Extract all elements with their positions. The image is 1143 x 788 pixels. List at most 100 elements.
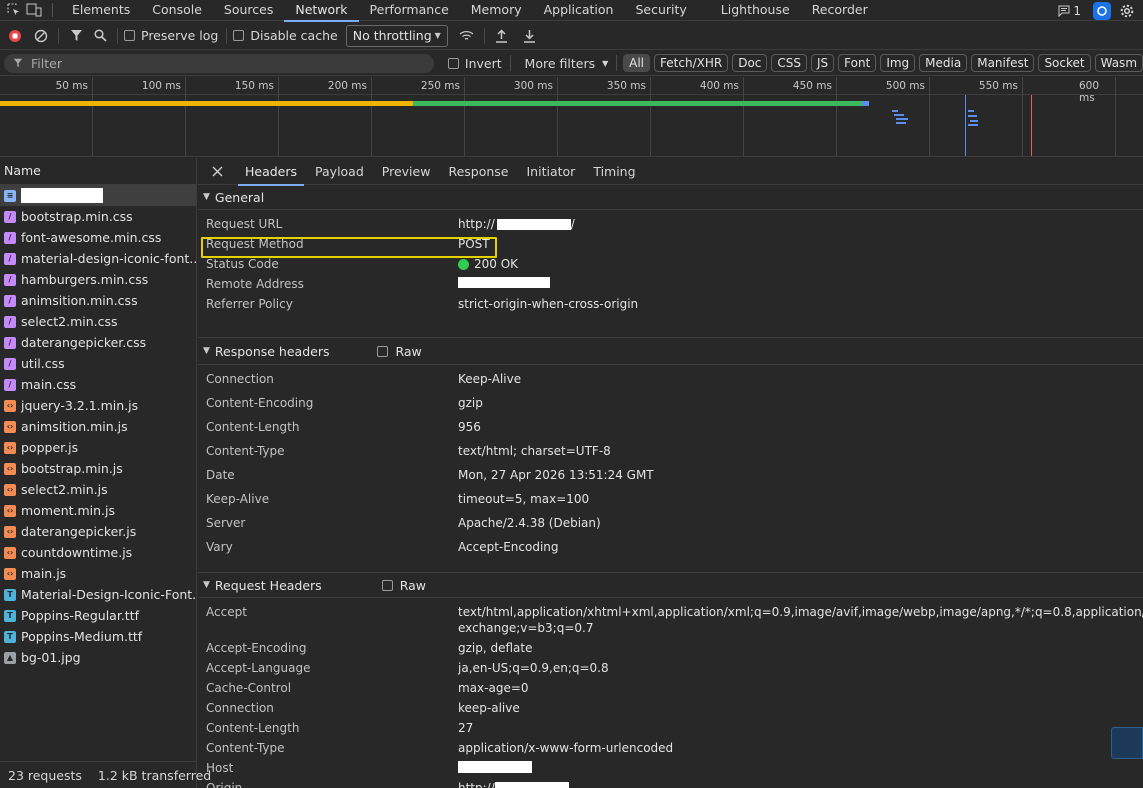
- type-filter-doc[interactable]: Doc: [732, 54, 768, 72]
- search-button[interactable]: [89, 25, 111, 47]
- details-tab-headers[interactable]: Headers: [236, 158, 306, 186]
- header-key: Server: [206, 516, 246, 530]
- type-filter-img[interactable]: Img: [880, 54, 916, 72]
- name-column-header[interactable]: Name: [0, 158, 196, 185]
- request-row[interactable]: ‹› countdowntime.js: [0, 542, 196, 563]
- timeline-tick-label: 400 ms: [699, 80, 739, 92]
- timeline-tick-label: 100 ms: [141, 80, 181, 92]
- general-section-header[interactable]: ▼ General: [198, 185, 1143, 210]
- export-har-button[interactable]: [519, 25, 541, 47]
- close-details-button[interactable]: [198, 158, 236, 185]
- type-filter-media[interactable]: Media: [919, 54, 968, 72]
- request-row[interactable]: ‹› daterangepicker.js: [0, 521, 196, 542]
- type-filter-socket[interactable]: Socket: [1038, 54, 1091, 72]
- invert-checkbox[interactable]: Invert: [447, 56, 502, 71]
- disable-cache-checkbox[interactable]: Disable cache: [233, 28, 338, 43]
- more-filters-dropdown[interactable]: More filters ▼: [525, 56, 609, 71]
- header-key: Host: [206, 761, 234, 775]
- request-row[interactable]: ‹› select2.min.js: [0, 479, 196, 500]
- request-row[interactable]: / hamburgers.min.css: [0, 269, 196, 290]
- request-row[interactable]: ‹› bootstrap.min.js: [0, 458, 196, 479]
- details-tab-payload[interactable]: Payload: [306, 158, 373, 185]
- tab-recorder[interactable]: Recorder: [801, 0, 879, 21]
- network-overview-timeline[interactable]: 50 ms 100 ms 150 ms 200 ms 250 ms 300 ms 350 m…: [0, 77, 1143, 157]
- response-headers-section: Connection Keep-Alive Content-Encoding gzip…: [198, 365, 1143, 573]
- request-raw-checkbox[interactable]: Raw: [381, 578, 426, 593]
- header-key: Accept-Language: [206, 661, 311, 675]
- details-tab-preview[interactable]: Preview: [373, 158, 440, 185]
- tab-security[interactable]: Security: [624, 0, 697, 21]
- issues-badge[interactable]: 1: [1058, 4, 1081, 18]
- type-filter-fetch-xhr[interactable]: Fetch/XHR: [654, 54, 729, 72]
- header-value: strict-origin-when-cross-origin: [458, 297, 639, 311]
- details-tab-initiator[interactable]: Initiator: [518, 158, 585, 185]
- request-row[interactable]: ≡: [0, 185, 196, 206]
- js-file-icon: ‹›: [4, 420, 16, 433]
- header-value: timeout=5, max=100: [458, 492, 590, 506]
- stop-recording-button[interactable]: [4, 25, 26, 47]
- tab-lighthouse[interactable]: Lighthouse: [710, 0, 801, 21]
- request-name: main.js: [21, 566, 67, 581]
- request-row[interactable]: / material-design-iconic-font.…: [0, 248, 196, 269]
- request-row[interactable]: ‹› main.js: [0, 563, 196, 584]
- tab-console[interactable]: Console: [141, 0, 213, 21]
- request-row[interactable]: ‹› jquery-3.2.1.min.js: [0, 395, 196, 416]
- dropdown-caret-icon: ▼: [602, 58, 609, 68]
- ai-assistant-icon[interactable]: [1093, 1, 1111, 20]
- device-toolbar-icon[interactable]: [24, 0, 44, 20]
- tab-network[interactable]: Network: [284, 0, 359, 22]
- tab-elements[interactable]: Elements: [61, 0, 141, 21]
- request-row[interactable]: T Poppins-Medium.ttf: [0, 626, 196, 647]
- preserve-log-checkbox[interactable]: Preserve log: [124, 28, 218, 43]
- doc-file-icon: ≡: [4, 189, 16, 202]
- request-row[interactable]: ‹› popper.js: [0, 437, 196, 458]
- request-row[interactable]: / select2.min.css: [0, 311, 196, 332]
- request-row[interactable]: / util.css: [0, 353, 196, 374]
- request-name: animsition.min.js: [21, 419, 128, 434]
- type-filter-css[interactable]: CSS: [771, 54, 808, 72]
- filter-toggle-button[interactable]: [65, 25, 87, 47]
- inspect-element-icon[interactable]: [4, 0, 24, 20]
- request-name: bootstrap.min.css: [21, 209, 133, 224]
- import-har-button[interactable]: [491, 25, 513, 47]
- request-row[interactable]: / bootstrap.min.css: [0, 206, 196, 227]
- request-row[interactable]: / daterangepicker.css: [0, 332, 196, 353]
- request-row[interactable]: T Material-Design-Iconic-Font.…: [0, 584, 196, 605]
- type-filter-manifest[interactable]: Manifest: [971, 54, 1035, 72]
- filter-input[interactable]: Filter: [4, 53, 434, 73]
- request-row[interactable]: ▲ bg-01.jpg: [0, 647, 196, 668]
- request-row[interactable]: / main.css: [0, 374, 196, 395]
- timeline-gridline: [371, 77, 372, 156]
- type-filter-font[interactable]: Font: [838, 54, 877, 72]
- request-row[interactable]: ‹› moment.min.js: [0, 500, 196, 521]
- header-value: http:///: [458, 217, 575, 231]
- request-row[interactable]: T Poppins-Regular.ttf: [0, 605, 196, 626]
- header-value: POST: [458, 237, 490, 251]
- type-filter-wasm[interactable]: Wasm: [1094, 54, 1143, 72]
- header-key: Accept-Encoding: [206, 641, 307, 655]
- tab-sources[interactable]: Sources: [213, 0, 284, 21]
- summary-bar: 23 requests 1.2 kB transferred: [0, 761, 211, 788]
- tab-application[interactable]: Application: [533, 0, 625, 21]
- header-key: Connection: [206, 701, 274, 715]
- details-tab-timing[interactable]: Timing: [584, 158, 644, 185]
- floating-action-button[interactable]: [1111, 727, 1143, 759]
- response-raw-checkbox[interactable]: Raw: [377, 344, 422, 359]
- network-conditions-button[interactable]: [456, 25, 478, 47]
- throttling-select[interactable]: No throttling ▼: [345, 24, 448, 47]
- details-tab-response[interactable]: Response: [439, 158, 517, 185]
- request-headers-section-header[interactable]: ▼ Request Headers Raw: [198, 573, 1143, 598]
- issues-count: 1: [1073, 3, 1081, 18]
- type-filter-all[interactable]: All: [623, 54, 651, 72]
- request-row[interactable]: / animsition.min.css: [0, 290, 196, 311]
- tab-performance[interactable]: Performance: [359, 0, 460, 21]
- clear-button[interactable]: [30, 25, 52, 47]
- request-row[interactable]: ‹› animsition.min.js: [0, 416, 196, 437]
- tab-memory[interactable]: Memory: [460, 0, 533, 21]
- header-key: Status Code: [206, 257, 279, 271]
- js-file-icon: ‹›: [4, 504, 16, 517]
- request-row[interactable]: / font-awesome.min.css: [0, 227, 196, 248]
- settings-gear-icon[interactable]: [1119, 3, 1135, 19]
- response-headers-section-header[interactable]: ▼ Response headers Raw: [198, 338, 1143, 365]
- type-filter-js[interactable]: JS: [811, 54, 835, 72]
